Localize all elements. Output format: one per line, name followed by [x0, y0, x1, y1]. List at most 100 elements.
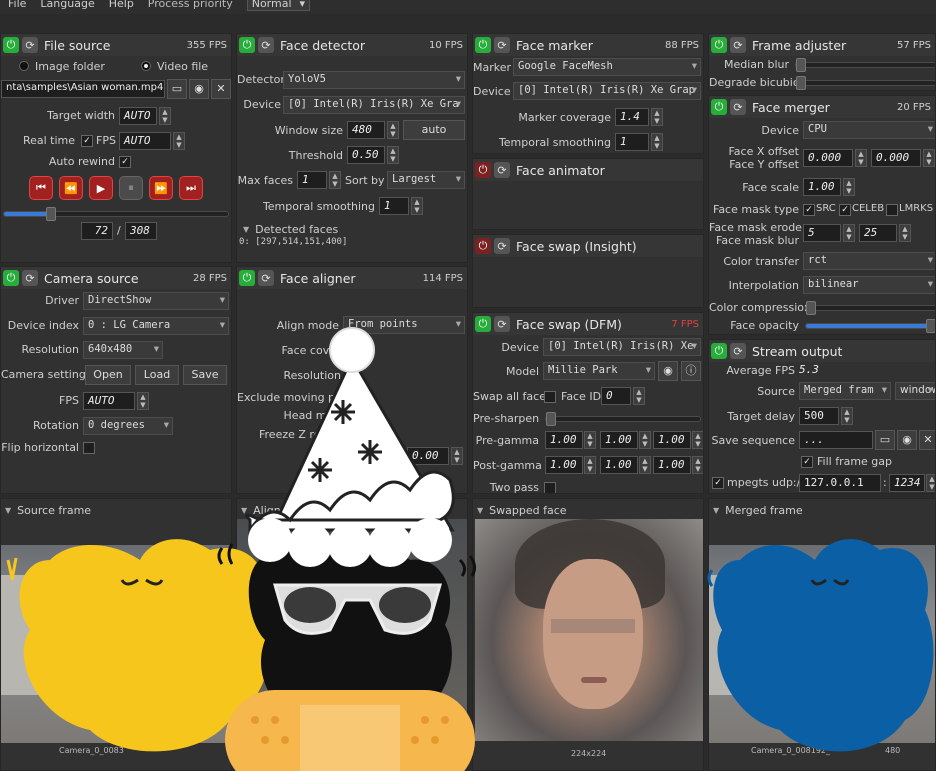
- seek-begin-icon[interactable]: ⏮: [29, 176, 53, 200]
- spin-arrows-icon[interactable]: ▲ ▼: [899, 224, 911, 242]
- window-button[interactable]: window: [895, 382, 935, 400]
- spin-arrows-icon[interactable]: ▲ ▼: [387, 121, 399, 139]
- slider-thumb[interactable]: [46, 207, 57, 221]
- power-icon[interactable]: ⏻: [711, 99, 727, 115]
- device-select[interactable]: [0] Intel(R) Iris(R) Xe: [543, 338, 701, 356]
- sort-by-select[interactable]: Largest: [387, 171, 465, 189]
- close-icon[interactable]: ✕: [919, 430, 935, 450]
- reset-icon[interactable]: ⟳: [494, 37, 510, 53]
- seek-forward-icon[interactable]: ⏩: [149, 176, 173, 200]
- rotation-select[interactable]: 0 degrees: [83, 417, 173, 435]
- temporal-smoothing-input[interactable]: 1: [615, 133, 649, 151]
- spin-arrows-icon[interactable]: ▲ ▼: [137, 392, 149, 410]
- face-opacity-slider[interactable]: [805, 319, 935, 333]
- ip-address-input[interactable]: 127.0.0.1: [799, 474, 881, 492]
- source-select[interactable]: Merged fram: [799, 382, 891, 400]
- power-icon[interactable]: ⏻: [3, 270, 19, 286]
- eye-icon[interactable]: ◉: [897, 430, 917, 450]
- celeb-checkbox[interactable]: ✓: [839, 204, 851, 216]
- slider-thumb[interactable]: [926, 319, 935, 333]
- swap-all-faces-checkbox[interactable]: [544, 391, 556, 403]
- menu-language[interactable]: Language: [40, 0, 94, 10]
- spin-arrows-icon[interactable]: ▲ ▼: [173, 132, 185, 150]
- y-offset-input[interactable]: 0.00: [407, 447, 449, 465]
- port-input[interactable]: 1234: [889, 474, 925, 492]
- eye-icon[interactable]: ◉: [189, 79, 209, 99]
- power-icon[interactable]: ⏻: [3, 37, 19, 53]
- pause-icon[interactable]: ⏸: [119, 176, 143, 200]
- spin-arrows-icon[interactable]: ▲ ▼: [692, 431, 703, 449]
- mpegts-checkbox[interactable]: ✓: [712, 477, 724, 489]
- lmrks-checkbox[interactable]: [886, 204, 898, 216]
- marker-coverage-input[interactable]: 1.4: [615, 108, 649, 126]
- detector-select[interactable]: YoloV5: [283, 71, 465, 89]
- power-icon[interactable]: ⏻: [711, 37, 727, 53]
- source-frame-header[interactable]: ▼ Source frame: [1, 501, 91, 519]
- two-pass-checkbox[interactable]: [544, 482, 556, 493]
- post-gamma-g-input[interactable]: 1.00: [600, 456, 638, 474]
- spin-arrows-icon[interactable]: ▲ ▼: [584, 431, 596, 449]
- spin-arrows-icon[interactable]: ▲ ▼: [411, 197, 423, 215]
- pre-gamma-r-input[interactable]: 1.00: [545, 431, 583, 449]
- spin-arrows-icon[interactable]: ▲ ▼: [451, 447, 463, 465]
- aligned-face-header[interactable]: ▼ Aligned face: [237, 501, 321, 519]
- post-gamma-r-input[interactable]: 1.00: [545, 456, 583, 474]
- spin-arrows-icon[interactable]: ▲ ▼: [843, 224, 855, 242]
- frame-slider[interactable]: [3, 207, 229, 221]
- merged-frame-header[interactable]: ▼ Merged frame: [709, 501, 803, 519]
- threshold-input[interactable]: 0.50: [347, 146, 385, 164]
- open-folder-icon[interactable]: ▭: [167, 79, 187, 99]
- marker-select[interactable]: Google FaceMesh: [513, 58, 701, 76]
- reset-icon[interactable]: ⟳: [22, 270, 38, 286]
- slider-thumb[interactable]: [796, 76, 806, 90]
- swapped-face-header[interactable]: ▼ Swapped face: [473, 501, 567, 519]
- device-select[interactable]: CPU: [803, 121, 935, 139]
- spin-arrows-icon[interactable]: ▲ ▼: [651, 133, 663, 151]
- open-button[interactable]: Open: [85, 365, 131, 385]
- seek-end-icon[interactable]: ⏭: [179, 176, 203, 200]
- power-icon[interactable]: ⏻: [475, 238, 491, 254]
- reset-icon[interactable]: ⟳: [258, 270, 274, 286]
- spin-arrows-icon[interactable]: ▲ ▼: [584, 456, 596, 474]
- save-sequence-input[interactable]: ...: [799, 431, 873, 449]
- power-icon[interactable]: ⏻: [475, 162, 491, 178]
- median-blur-slider[interactable]: [795, 58, 935, 72]
- resolution-select[interactable]: 640x480: [83, 341, 163, 359]
- color-transfer-select[interactable]: rct: [803, 252, 935, 270]
- device-select[interactable]: [0] Intel(R) Iris(R) Xe Grap: [513, 82, 701, 100]
- max-faces-input[interactable]: 1: [297, 171, 327, 189]
- src-checkbox[interactable]: ✓: [803, 204, 815, 216]
- face-mask-erode-input[interactable]: 5: [803, 224, 841, 242]
- pre-gamma-b-input[interactable]: 1.00: [653, 431, 691, 449]
- target-width-input[interactable]: AUTO: [119, 107, 157, 125]
- model-select[interactable]: Millie Park: [543, 362, 655, 380]
- auto-button[interactable]: auto: [403, 120, 465, 140]
- close-icon[interactable]: ✕: [211, 79, 231, 99]
- temporal-smoothing-input[interactable]: 1: [379, 197, 409, 215]
- power-icon[interactable]: ⏻: [239, 270, 255, 286]
- spin-arrows-icon[interactable]: ▲ ▼: [639, 456, 651, 474]
- image-folder-radio[interactable]: [19, 61, 29, 71]
- power-icon[interactable]: ⏻: [711, 343, 727, 359]
- fill-frame-gap-checkbox[interactable]: ✓: [801, 456, 813, 468]
- device-index-select[interactable]: 0 : LG Camera: [83, 317, 229, 335]
- slider-thumb[interactable]: [806, 301, 816, 315]
- window-size-input[interactable]: 480: [347, 121, 385, 139]
- spin-arrows-icon[interactable]: ▲ ▼: [926, 474, 935, 492]
- face-y-offset-input[interactable]: 0.000: [871, 149, 921, 167]
- seek-back-icon[interactable]: ⏪: [59, 176, 83, 200]
- pre-gamma-g-input[interactable]: 1.00: [600, 431, 638, 449]
- flip-horizontal-checkbox[interactable]: [83, 442, 95, 454]
- spin-arrows-icon[interactable]: ▲ ▼: [329, 171, 341, 189]
- detected-faces-toggle[interactable]: ▼ Detected faces: [239, 220, 338, 238]
- power-icon[interactable]: ⏻: [239, 37, 255, 53]
- power-icon[interactable]: ⏻: [475, 316, 491, 332]
- driver-select[interactable]: DirectShow: [83, 292, 229, 310]
- degrade-bicubic-slider[interactable]: [795, 76, 935, 90]
- real-time-checkbox[interactable]: ✓: [81, 135, 93, 147]
- post-gamma-b-input[interactable]: 1.00: [653, 456, 691, 474]
- device-select[interactable]: [0] Intel(R) Iris(R) Xe Gra: [283, 96, 465, 114]
- reset-icon[interactable]: ⟳: [494, 162, 510, 178]
- fps-input[interactable]: AUTO: [83, 392, 135, 410]
- spin-arrows-icon[interactable]: ▲ ▼: [841, 407, 853, 425]
